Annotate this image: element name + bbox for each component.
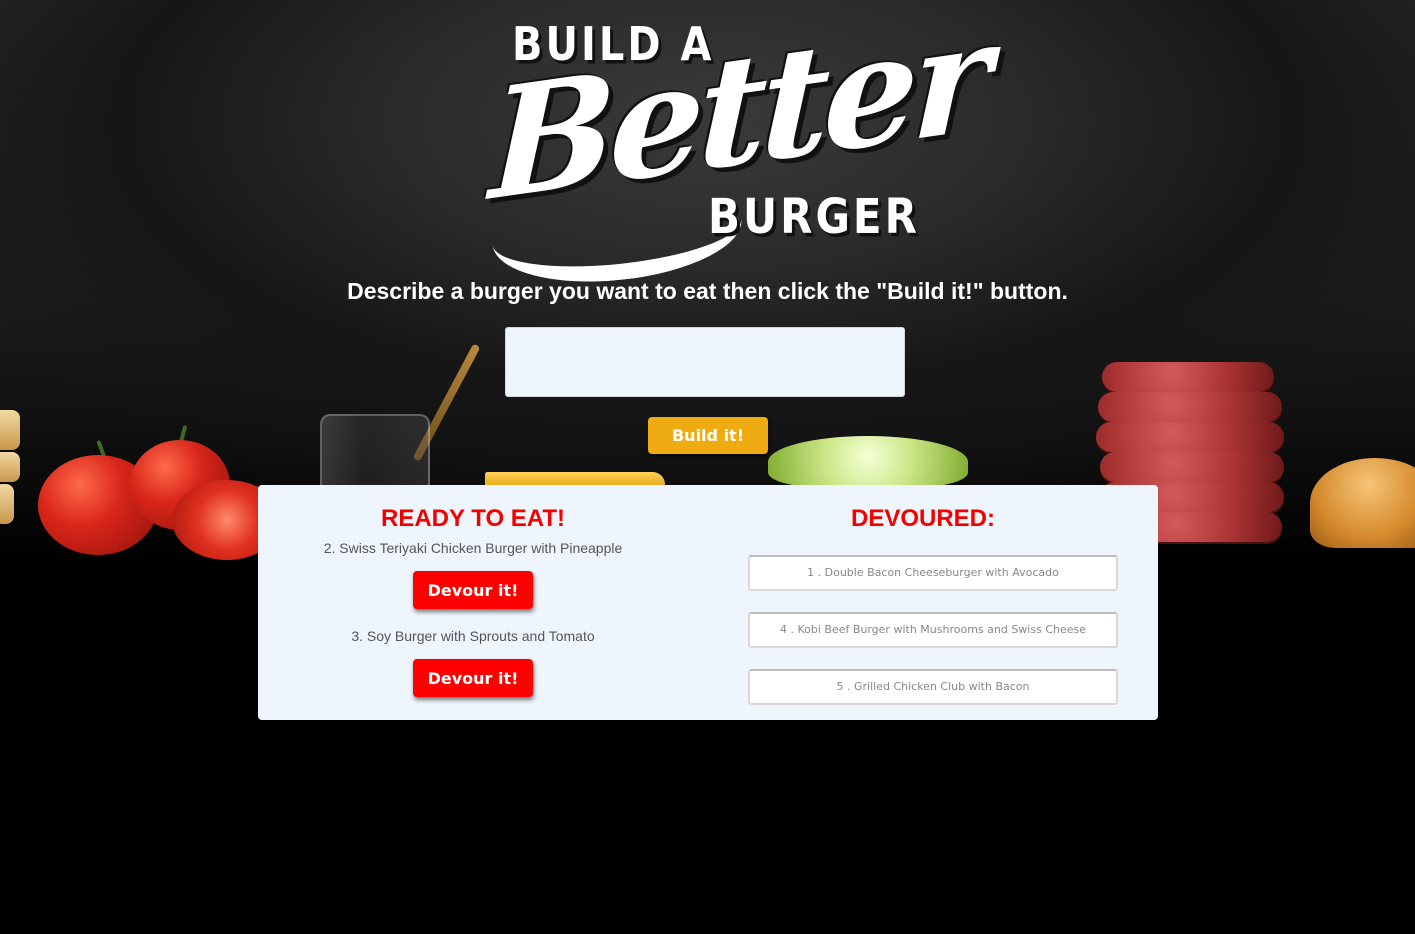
bread-slice-image bbox=[0, 410, 20, 450]
devoured-burger-item: 5 . Grilled Chicken Club with Bacon bbox=[748, 669, 1118, 705]
ready-to-eat-heading: READY TO EAT! bbox=[380, 505, 566, 532]
devoured-list: 1 . Double Bacon Cheeseburger with Avoca… bbox=[708, 555, 1138, 705]
instructions-text: Describe a burger you want to eat then c… bbox=[347, 278, 1068, 304]
devour-it-button[interactable]: Devour it! bbox=[413, 571, 533, 609]
ready-to-eat-column: READY TO EAT! 2. Swiss Teriyaki Chicken … bbox=[258, 485, 688, 697]
burgers-panel: READY TO EAT! 2. Swiss Teriyaki Chicken … bbox=[258, 485, 1158, 720]
patty-image bbox=[1098, 392, 1282, 422]
bun-image bbox=[1310, 458, 1415, 548]
devour-it-button[interactable]: Devour it! bbox=[413, 659, 533, 697]
devoured-column: DEVOURED: 1 . Double Bacon Cheeseburger … bbox=[708, 485, 1138, 726]
ready-burger-name: 2. Swiss Teriyaki Chicken Burger with Pi… bbox=[323, 540, 623, 556]
jar-image bbox=[320, 414, 430, 492]
cheese-image bbox=[485, 472, 665, 486]
patty-image bbox=[1102, 362, 1274, 392]
patty-image bbox=[1100, 452, 1284, 482]
lettuce-image bbox=[768, 436, 968, 488]
logo-bottom-text: BURGER bbox=[708, 188, 920, 245]
devoured-heading: DEVOURED: bbox=[850, 505, 995, 532]
page: BUILD A Better BURGER Describe a burger … bbox=[0, 0, 1415, 934]
list-item: 2. Swiss Teriyaki Chicken Burger with Pi… bbox=[258, 539, 688, 609]
bread-slice-image bbox=[0, 452, 20, 482]
burger-name-input[interactable] bbox=[505, 327, 905, 397]
bread-slice-image bbox=[0, 484, 14, 524]
build-it-button[interactable]: Build it! bbox=[648, 417, 768, 454]
list-item: 3. Soy Burger with Sprouts and Tomato De… bbox=[258, 627, 688, 697]
devoured-burger-item: 1 . Double Bacon Cheeseburger with Avoca… bbox=[748, 555, 1118, 591]
patty-image bbox=[1096, 422, 1284, 452]
ready-burger-name: 3. Soy Burger with Sprouts and Tomato bbox=[351, 628, 595, 644]
devoured-burger-item: 4 . Kobi Beef Burger with Mushrooms and … bbox=[748, 612, 1118, 648]
logo: BUILD A Better BURGER bbox=[487, 0, 988, 293]
